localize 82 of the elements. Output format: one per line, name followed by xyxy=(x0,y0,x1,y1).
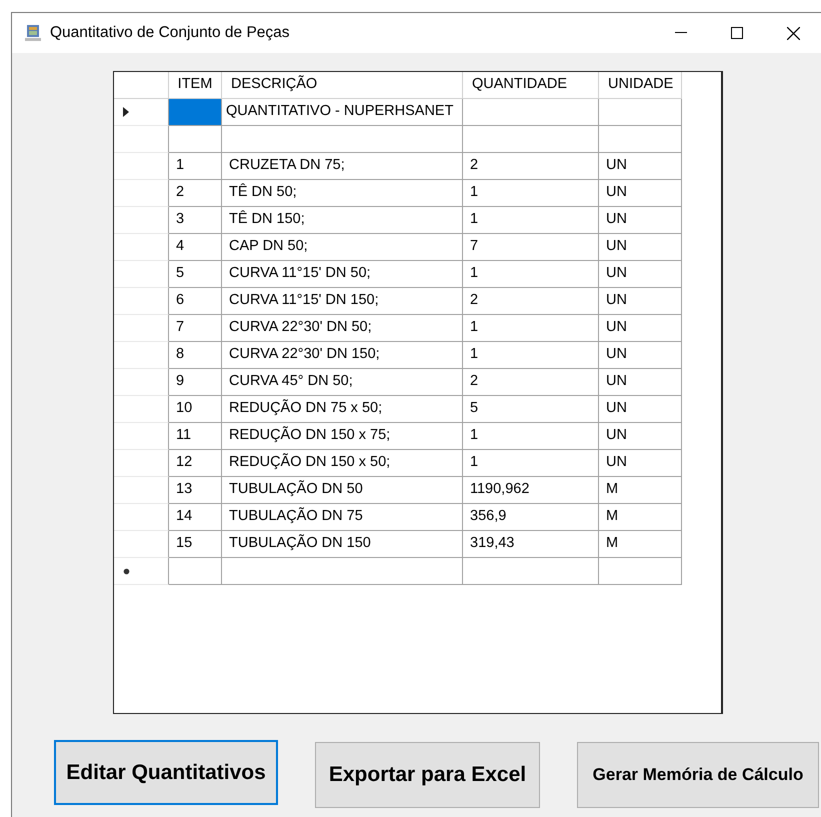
table-cell[interactable] xyxy=(463,99,599,126)
table-cell[interactable]: 12 xyxy=(169,450,222,477)
table-cell[interactable] xyxy=(599,126,682,153)
table-cell[interactable]: 8 xyxy=(169,342,222,369)
table-cell[interactable]: CURVA 11°15' DN 150; xyxy=(222,288,463,315)
table-cell[interactable]: M xyxy=(599,531,682,558)
table-cell[interactable]: 7 xyxy=(169,315,222,342)
table-cell[interactable] xyxy=(599,99,682,126)
table-cell[interactable]: REDUÇÃO DN 150 x 75; xyxy=(222,423,463,450)
table-cell[interactable]: UN xyxy=(599,450,682,477)
table-cell[interactable]: 1 xyxy=(463,315,599,342)
table-cell[interactable] xyxy=(463,126,599,153)
table-cell[interactable]: CURVA 22°30' DN 150; xyxy=(222,342,463,369)
table-cell[interactable]: CRUZETA DN 75; xyxy=(222,153,463,180)
table-cell[interactable]: 4 xyxy=(169,234,222,261)
table-cell[interactable]: CAP DN 50; xyxy=(222,234,463,261)
table-cell[interactable] xyxy=(222,126,463,153)
table-cell[interactable]: UN xyxy=(599,261,682,288)
current-row-icon xyxy=(123,107,129,117)
table-cell[interactable]: 13 xyxy=(169,477,222,504)
table-cell[interactable]: UN xyxy=(599,315,682,342)
table-cell[interactable]: 3 xyxy=(169,207,222,234)
action-button[interactable]: Exportar para Excel xyxy=(315,742,540,808)
table-cell[interactable]: 10 xyxy=(169,396,222,423)
app-icon xyxy=(24,24,42,42)
table-cell[interactable]: 6 xyxy=(169,288,222,315)
table-cell[interactable]: REDUÇÃO DN 75 x 50; xyxy=(222,396,463,423)
new-row-icon xyxy=(123,568,130,574)
table-cell[interactable]: 5 xyxy=(463,396,599,423)
table-cell[interactable]: 7 xyxy=(463,234,599,261)
table-cell[interactable]: 14 xyxy=(169,504,222,531)
table-cell[interactable]: 15 xyxy=(169,531,222,558)
table-cell[interactable]: 5 xyxy=(169,261,222,288)
table-cell[interactable]: UN xyxy=(599,369,682,396)
window-title: Quantitativo de Conjunto de Peças xyxy=(50,23,290,44)
table-cell[interactable]: M xyxy=(599,477,682,504)
table-cell[interactable]: REDUÇÃO DN 150 x 50; xyxy=(222,450,463,477)
table-cell[interactable]: UN xyxy=(599,180,682,207)
table-cell[interactable]: TUBULAÇÃO DN 75 xyxy=(222,504,463,531)
action-button[interactable]: Gerar Memória de Cálculo xyxy=(577,742,819,808)
table-cell[interactable] xyxy=(222,558,463,585)
table-cell[interactable] xyxy=(599,558,682,585)
maximize-icon xyxy=(731,27,743,39)
table-cell[interactable] xyxy=(169,126,222,153)
table-cell[interactable]: TUBULAÇÃO DN 50 xyxy=(222,477,463,504)
table-cell[interactable] xyxy=(169,99,222,126)
table-cell[interactable]: CURVA 11°15' DN 50; xyxy=(222,261,463,288)
table-cell[interactable]: UN xyxy=(599,234,682,261)
table-cell[interactable]: UN xyxy=(599,423,682,450)
table-cell[interactable]: 2 xyxy=(463,288,599,315)
table-cell[interactable]: 1 xyxy=(463,450,599,477)
table-cell[interactable]: UN xyxy=(599,342,682,369)
table-cell[interactable]: 2 xyxy=(463,153,599,180)
minimize-icon xyxy=(675,32,687,34)
table-cell[interactable]: UN xyxy=(599,288,682,315)
table-cell[interactable]: 1 xyxy=(463,261,599,288)
table-cell[interactable]: UN xyxy=(599,207,682,234)
table-cell[interactable]: 11 xyxy=(169,423,222,450)
table-cell[interactable]: UN xyxy=(599,396,682,423)
table-cell[interactable]: 1 xyxy=(169,153,222,180)
table-cell[interactable]: 2 xyxy=(463,369,599,396)
table-cell[interactable]: QUANTITATIVO - NUPERHSANET xyxy=(222,99,463,126)
table-cell[interactable]: CURVA 22°30' DN 50; xyxy=(222,315,463,342)
table-cell[interactable]: 1 xyxy=(463,423,599,450)
close-icon xyxy=(786,26,800,40)
table-cell[interactable]: TÊ DN 50; xyxy=(222,180,463,207)
table-cell[interactable]: CURVA 45° DN 50; xyxy=(222,369,463,396)
table-cell[interactable] xyxy=(463,558,599,585)
action-button[interactable]: Editar Quantitativos xyxy=(54,740,278,805)
table-cell[interactable] xyxy=(169,558,222,585)
table-cell[interactable]: M xyxy=(599,504,682,531)
table-cell[interactable]: 1190,962 xyxy=(463,477,599,504)
table-cell[interactable]: TUBULAÇÃO DN 150 xyxy=(222,531,463,558)
table-cell[interactable]: 356,9 xyxy=(463,504,599,531)
table-cell[interactable]: 1 xyxy=(463,342,599,369)
table-cell[interactable]: 9 xyxy=(169,369,222,396)
table-cell[interactable]: 1 xyxy=(463,180,599,207)
table-cell[interactable]: 319,43 xyxy=(463,531,599,558)
table-cell[interactable]: UN xyxy=(599,153,682,180)
table-cell[interactable]: TÊ DN 150; xyxy=(222,207,463,234)
table-cell[interactable]: 1 xyxy=(463,207,599,234)
table-cell[interactable]: 2 xyxy=(169,180,222,207)
